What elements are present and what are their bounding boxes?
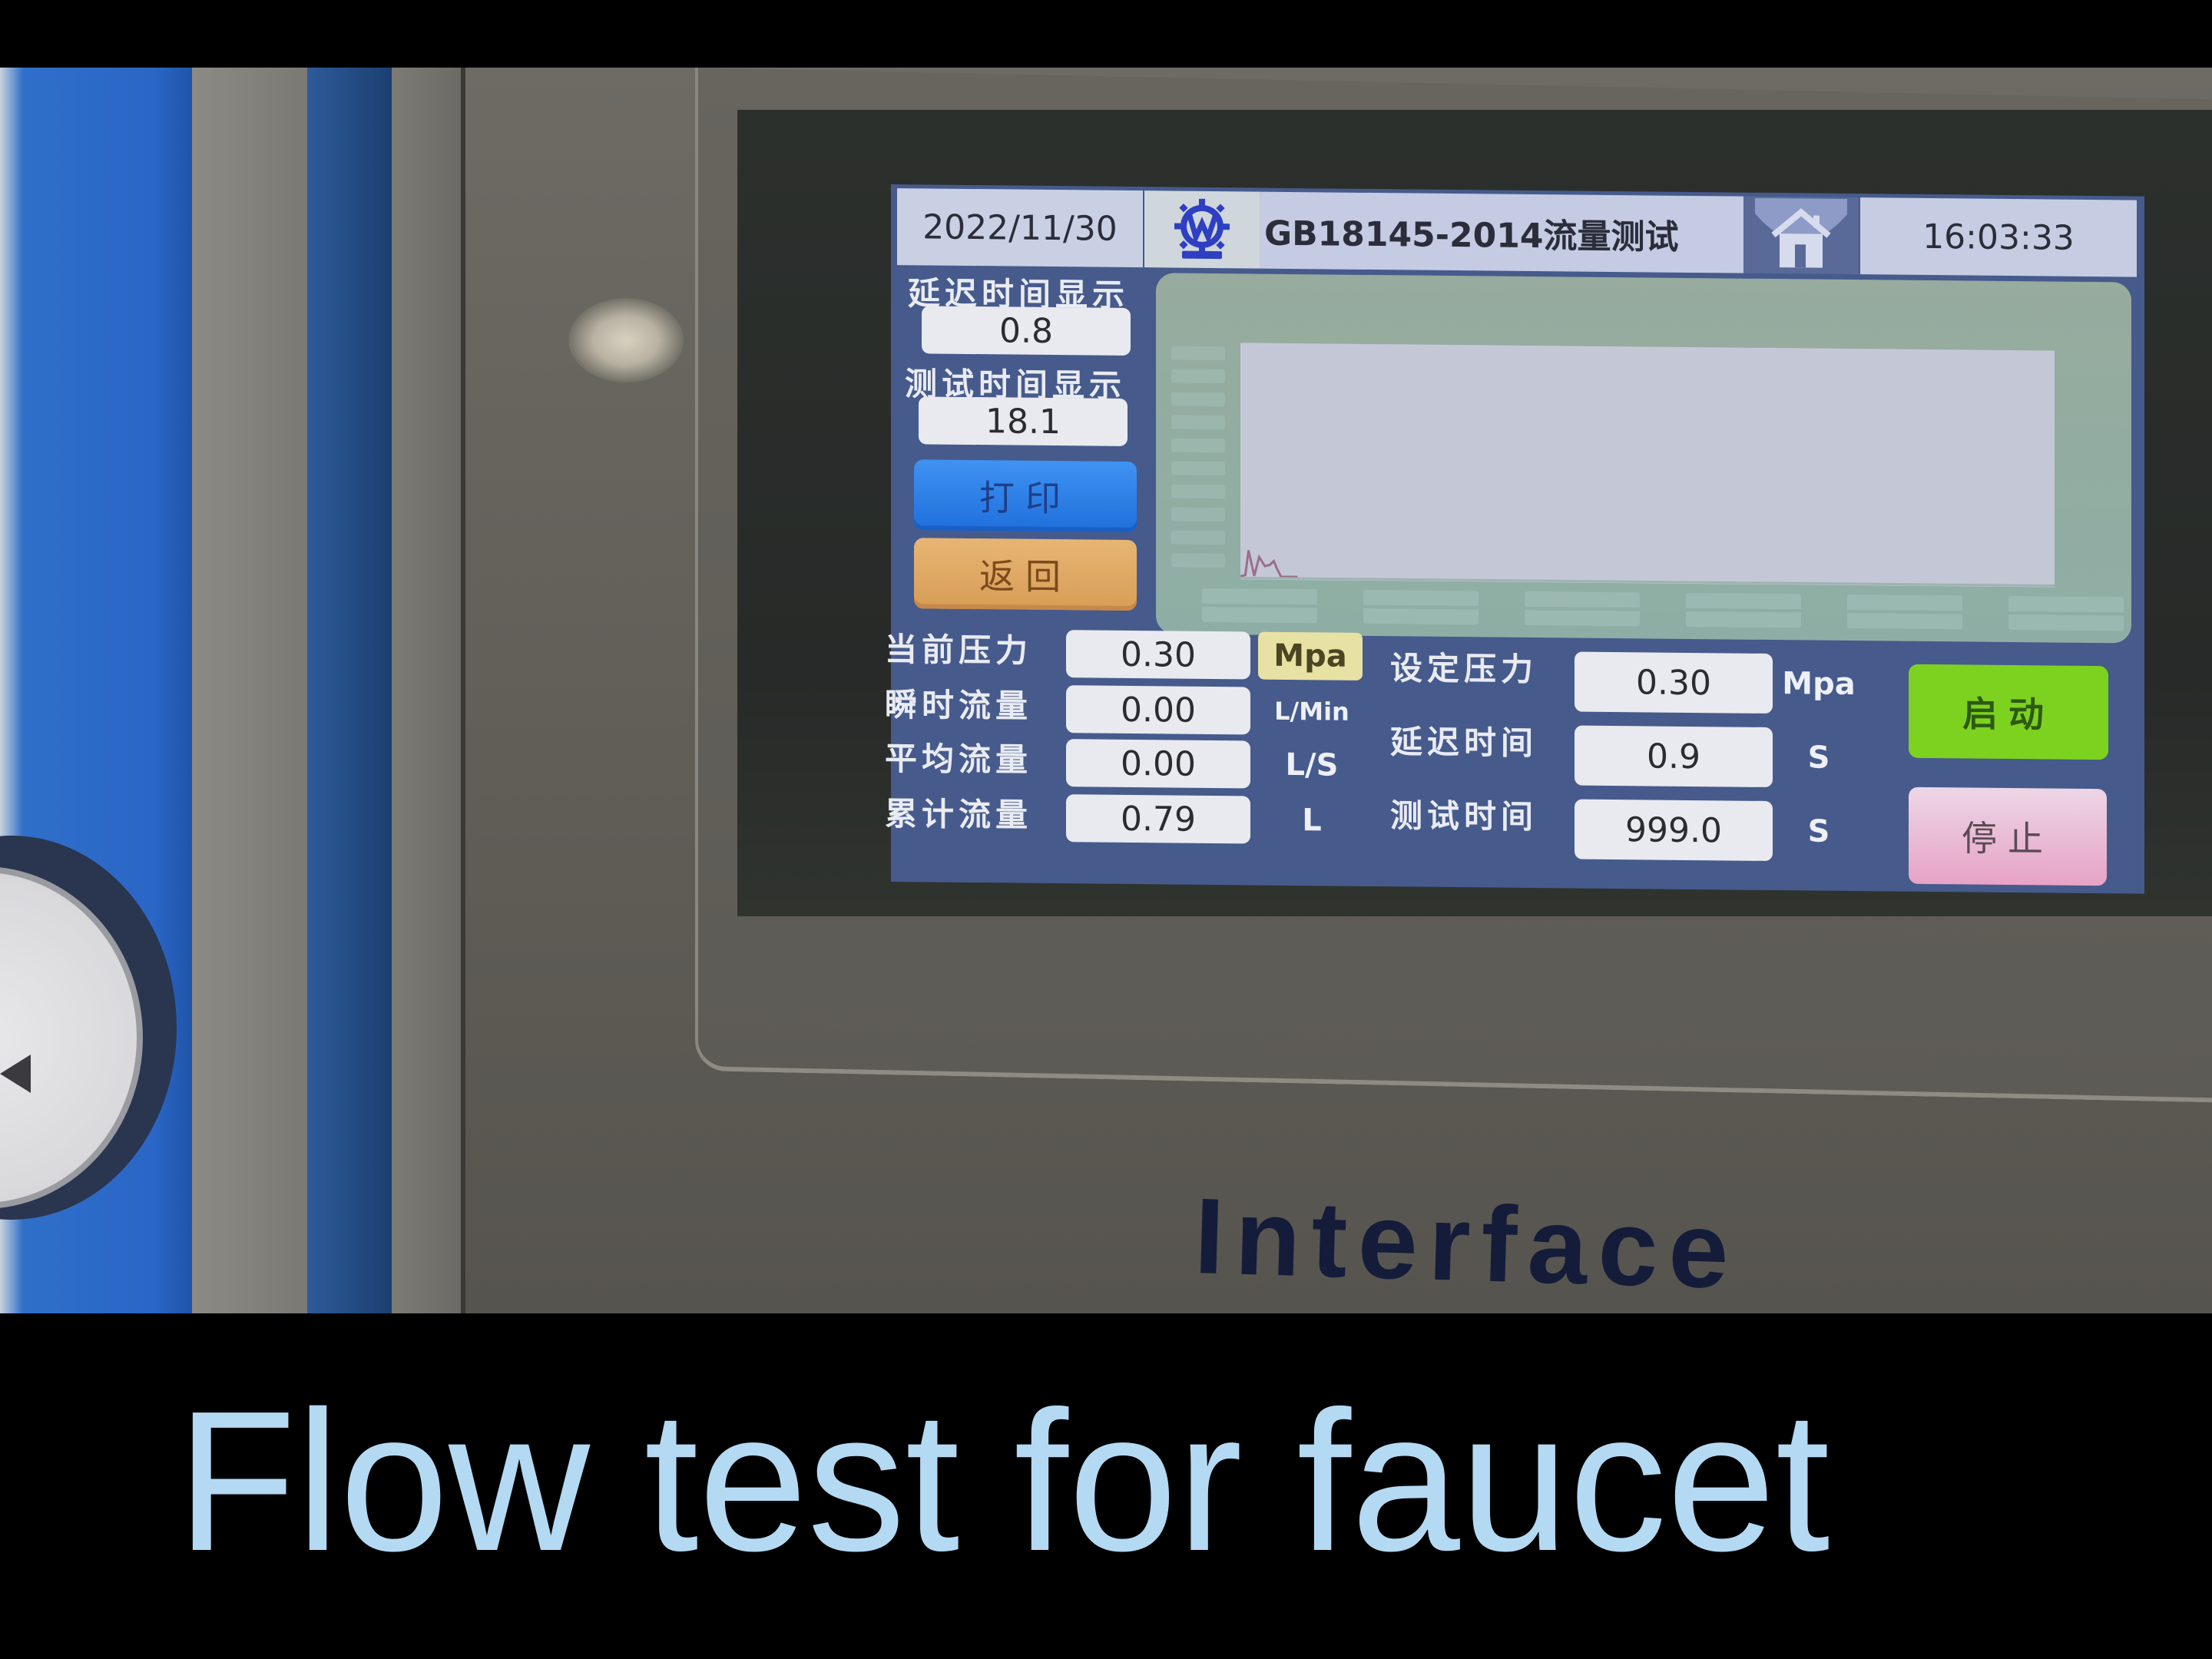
home-button[interactable] (1743, 196, 1859, 275)
flow-chart (1240, 550, 2055, 588)
x-axis-line (1240, 576, 2055, 588)
setting-unit: S (1807, 740, 1830, 776)
blue-post (307, 68, 392, 1313)
reading-label: 累计流量 (885, 794, 1033, 834)
setting-label: 延迟时间 (1390, 723, 1538, 763)
setting-unit: Mpa (1782, 666, 1856, 703)
reading-label: 平均流量 (885, 739, 1033, 779)
y-tick-label (1171, 461, 1225, 476)
reading-label: 当前压力 (885, 630, 1033, 670)
y-tick-label (1171, 530, 1225, 545)
reading-unit: L/S (1285, 747, 1339, 783)
setting-label: 测试时间 (1390, 796, 1538, 836)
flow-data-point (1248, 550, 1250, 551)
back-button[interactable]: 返回 (914, 538, 1137, 611)
start-button[interactable]: 启动 (1909, 664, 2108, 760)
y-tick-label (1171, 507, 1225, 522)
setting-value-input[interactable]: 0.9 (1575, 725, 1773, 788)
y-tick-label (1171, 346, 1225, 361)
stop-button[interactable]: 停止 (1909, 786, 2107, 886)
home-icon (1755, 197, 1847, 268)
delay-display-value: 0.8 (922, 306, 1131, 356)
x-tick-label (2008, 595, 2124, 631)
x-tick-label (1686, 592, 1801, 628)
grey-post (192, 68, 307, 1313)
setting-value-input[interactable]: 0.30 (1575, 651, 1773, 714)
x-tick-label (1847, 594, 1962, 630)
y-tick-label (1171, 438, 1225, 453)
header-date: 2022/11/30 (897, 188, 1143, 268)
x-tick-label (1363, 589, 1479, 625)
flow-data-point (1264, 565, 1266, 567)
hmi-screen: 2022/11/30 GB18145-2014流量测试 16:03:33 延迟时… (885, 184, 2144, 894)
reading-value: 0.79 (1066, 794, 1250, 844)
setting-value-input[interactable]: 999.0 (1575, 799, 1773, 862)
flow-data-point (1258, 556, 1260, 558)
flow-series-line (1240, 550, 1298, 578)
company-logo (1144, 190, 1260, 269)
reading-unit: L (1302, 803, 1322, 839)
flow-data-point (1253, 575, 1255, 577)
print-button[interactable]: 打印 (914, 459, 1137, 533)
interface-sticker: Interface (1192, 1175, 1741, 1311)
setting-unit: S (1807, 813, 1830, 849)
y-tick-label (1171, 392, 1225, 407)
video-caption: Flow test for faucet (177, 1370, 1830, 1593)
setting-label: 设定压力 (1390, 649, 1538, 689)
reading-label: 瞬时流量 (885, 685, 1033, 725)
header-time: 16:03:33 (1860, 197, 2137, 277)
x-tick-label (1525, 591, 1640, 627)
paint-scuff (568, 298, 684, 382)
y-tick-label (1171, 553, 1225, 568)
y-tick-label (1171, 484, 1225, 499)
y-tick-label (1171, 369, 1225, 384)
test-display-value: 18.1 (919, 396, 1128, 446)
x-tick-label (1202, 588, 1317, 624)
flow-chart-panel (1156, 273, 2131, 644)
reading-unit: L/Min (1274, 696, 1349, 727)
reading-unit: Mpa (1258, 631, 1363, 680)
reading-value: 0.00 (1066, 739, 1250, 789)
page-title: GB18145-2014流量测试 (1260, 191, 1743, 273)
y-tick-label (1171, 415, 1225, 430)
grey-post-2 (392, 68, 461, 1313)
reading-value: 0.00 (1066, 685, 1250, 735)
reading-value: 0.30 (1066, 630, 1250, 680)
flow-data-point (1296, 576, 1298, 578)
gear-logo-icon (1174, 198, 1230, 260)
flow-data-point (1280, 576, 1282, 578)
